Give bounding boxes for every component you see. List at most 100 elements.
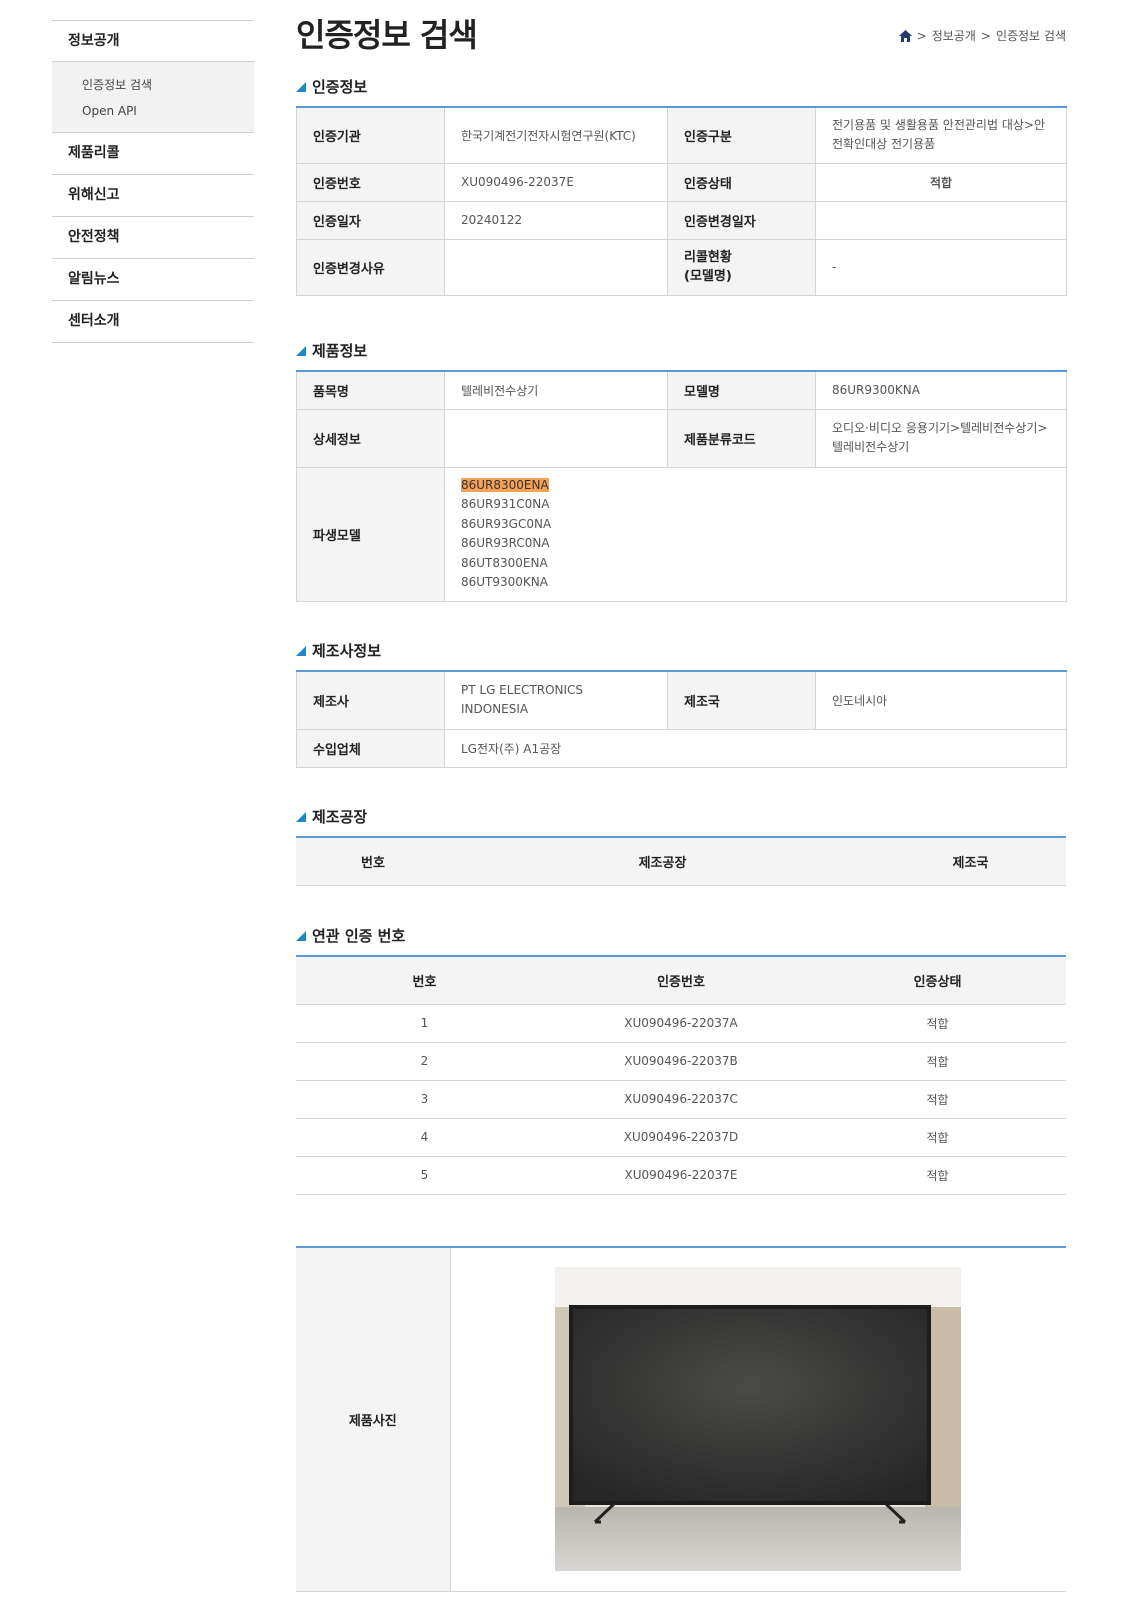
related-row-no: 3	[296, 1080, 553, 1119]
triangle-marker-icon	[296, 645, 306, 656]
related-row-no: 5	[296, 1156, 553, 1195]
sidebar-head-info[interactable]: 정보공개	[52, 20, 254, 62]
factory-header-country: 제조국	[875, 837, 1066, 886]
section-title-maker: 제조사정보	[296, 640, 381, 661]
related-row-cert[interactable]: XU090496-22037B	[553, 1042, 809, 1081]
derived-model-list: 86UR8300ENA 86UR931C0NA 86UR93GC0NA 86UR…	[444, 466, 1067, 602]
label-change-date: 인증변경일자	[667, 200, 816, 240]
label-importer: 수입업체	[296, 728, 445, 768]
related-header-cert: 인증번호	[553, 956, 809, 1005]
derived-model-highlighted: 86UR8300ENA	[461, 477, 549, 492]
triangle-marker-icon	[296, 811, 306, 822]
label-cert-date: 인증일자	[296, 200, 445, 240]
related-row-no: 1	[296, 1004, 553, 1043]
product-photo-table: 제품사진	[296, 1246, 1066, 1592]
table-row[interactable]: 4 XU090496-22037D 적합	[296, 1118, 1066, 1157]
product-photo[interactable]	[555, 1267, 962, 1572]
factory-header-no: 번호	[296, 837, 450, 886]
cert-info-table: 인증기관 한국기계전기전자시험연구원(KTC) 인증구분 전기용품 및 생활용품…	[296, 106, 1067, 296]
value-cert-status: 적합	[815, 162, 1067, 202]
label-maker-country: 제조국	[667, 671, 816, 730]
label-class-code: 제품분류코드	[667, 408, 816, 468]
sidebar: 정보공개 인증정보 검색 Open API 제품리콜 위해신고 안전정책 알림뉴…	[52, 20, 254, 343]
sidebar-item-center[interactable]: 센터소개	[52, 301, 254, 343]
triangle-marker-icon	[296, 930, 306, 941]
factory-header-factory: 제조공장	[450, 837, 875, 886]
derived-model: 86UR93RC0NA	[461, 536, 550, 550]
label-agency: 인증기관	[296, 107, 445, 164]
related-row-status: 적합	[809, 1042, 1066, 1081]
value-cert-type: 전기용품 및 생활용품 안전관리법 대상>안전확인대상 전기용품	[815, 107, 1067, 164]
label-cert-type: 인증구분	[667, 107, 816, 164]
value-change-reason	[444, 238, 668, 296]
derived-model: 86UR93GC0NA	[461, 516, 552, 531]
sidebar-item-policy[interactable]: 안전정책	[52, 217, 254, 259]
table-row[interactable]: 3 XU090496-22037C 적합	[296, 1080, 1066, 1119]
related-header-status: 인증상태	[809, 956, 1066, 1005]
sidebar-item-report[interactable]: 위해신고	[52, 175, 254, 217]
label-change-reason: 인증변경사유	[296, 238, 445, 296]
product-info-table: 품목명 텔레비전수상기 모델명 86UR9300KNA 상세정보 제품분류코드 …	[296, 370, 1067, 602]
table-row[interactable]: 1 XU090496-22037A 적합	[296, 1004, 1066, 1043]
value-recall: -	[815, 238, 1067, 296]
label-product-photo: 제품사진	[296, 1247, 451, 1592]
value-cert-date: 20240122	[444, 200, 668, 240]
section-title-product: 제품정보	[296, 340, 367, 361]
value-importer: LG전자(주) A1공장	[444, 728, 1067, 768]
label-maker: 제조사	[296, 671, 445, 730]
sidebar-submenu: 인증정보 검색 Open API	[52, 62, 254, 133]
triangle-marker-icon	[296, 345, 306, 356]
derived-model: 86UR931C0NA	[461, 497, 550, 511]
related-row-status: 적합	[809, 1080, 1066, 1119]
value-agency: 한국기계전기전자시험연구원(KTC)	[444, 107, 668, 164]
table-row[interactable]: 5 XU090496-22037E 적합	[296, 1156, 1066, 1195]
breadcrumb-separator: >	[916, 28, 927, 43]
value-maker: PT LG ELECTRONICS INDONESIA	[444, 671, 668, 730]
value-change-date	[815, 200, 1067, 240]
sidebar-sub-cert-search[interactable]: 인증정보 검색	[82, 74, 254, 100]
breadcrumb: > 정보공개 > 인증정보 검색	[898, 27, 1066, 44]
derived-model: 86UT9300KNA	[461, 575, 548, 589]
home-icon[interactable]	[898, 29, 912, 42]
value-detail	[444, 408, 668, 468]
value-item: 텔레비전수상기	[444, 371, 668, 410]
related-row-cert[interactable]: XU090496-22037D	[553, 1118, 809, 1157]
value-class-code: 오디오·비디오 응용기기>텔레비전수상기>텔레비전수상기	[815, 408, 1067, 468]
value-maker-country: 인도네시아	[815, 671, 1067, 730]
label-item: 품목명	[296, 371, 445, 410]
sidebar-sub-open-api[interactable]: Open API	[82, 100, 254, 126]
label-cert-number: 인증번호	[296, 162, 445, 202]
table-row[interactable]: 2 XU090496-22037B 적합	[296, 1042, 1066, 1081]
label-model: 모델명	[667, 371, 816, 410]
sidebar-item-recall[interactable]: 제품리콜	[52, 133, 254, 175]
related-row-status: 적합	[809, 1156, 1066, 1195]
sidebar-item-news[interactable]: 알림뉴스	[52, 259, 254, 301]
label-recall-line2: (모델명)	[684, 269, 732, 284]
factory-table: 번호 제조공장 제조국	[296, 836, 1066, 886]
breadcrumb-item-info[interactable]: 정보공개	[932, 27, 976, 44]
derived-model: 86UT8300ENA	[461, 555, 548, 570]
section-title-cert: 인증정보	[296, 76, 367, 97]
label-recall: 리콜현황 (모델명)	[667, 238, 816, 296]
label-recall-line1: 리콜현황	[684, 250, 732, 265]
breadcrumb-item-cert-search[interactable]: 인증정보 검색	[996, 27, 1066, 44]
label-derived-models: 파생모델	[296, 466, 445, 602]
value-model: 86UR9300KNA	[815, 371, 1067, 410]
section-title-factory: 제조공장	[296, 806, 367, 827]
related-cert-table: 번호 인증번호 인증상태 1 XU090496-22037A 적합 2 XU09…	[296, 955, 1066, 1195]
value-cert-number: XU090496-22037E	[444, 162, 668, 202]
maker-info-table: 제조사 PT LG ELECTRONICS INDONESIA 제조국 인도네시…	[296, 670, 1067, 768]
page-title: 인증정보 검색	[296, 16, 478, 54]
related-row-cert[interactable]: XU090496-22037C	[553, 1080, 809, 1119]
related-row-no: 2	[296, 1042, 553, 1081]
section-title-related: 연관 인증 번호	[296, 925, 405, 946]
related-row-cert[interactable]: XU090496-22037A	[553, 1004, 809, 1043]
related-header-no: 번호	[296, 956, 553, 1005]
related-row-status: 적합	[809, 1004, 1066, 1043]
breadcrumb-separator: >	[980, 28, 991, 43]
tv-photo-image	[555, 1267, 962, 1572]
related-row-cert[interactable]: XU090496-22037E	[553, 1156, 809, 1195]
triangle-marker-icon	[296, 81, 306, 92]
label-cert-status: 인증상태	[667, 162, 816, 202]
related-row-status: 적합	[809, 1118, 1066, 1157]
